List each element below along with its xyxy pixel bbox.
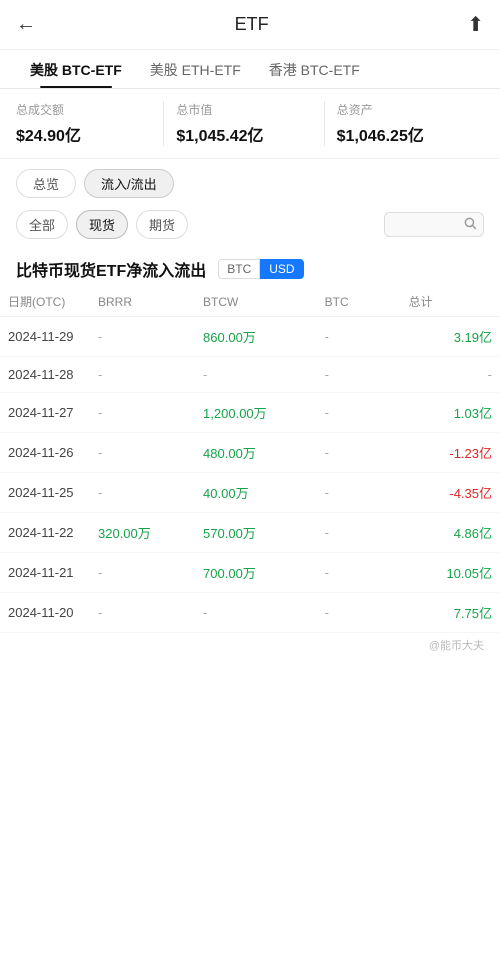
cell-btc: - xyxy=(317,357,401,393)
cell-btcw: - xyxy=(195,357,317,393)
table-row: 2024-11-25-40.00万--4.35亿 xyxy=(0,473,500,513)
table-row: 2024-11-28---- xyxy=(0,357,500,393)
stat-label: 总市值 xyxy=(176,101,315,118)
cell-date: 2024-11-26 xyxy=(0,433,90,473)
filter-row-2: 全部现货期货 xyxy=(0,204,500,247)
cell-btcw: 480.00万 xyxy=(195,433,317,473)
cell-btc: - xyxy=(317,433,401,473)
filter2-btn-期货[interactable]: 期货 xyxy=(136,210,188,239)
search-input[interactable] xyxy=(393,217,463,232)
cell-date: 2024-11-22 xyxy=(0,513,90,553)
cell-btc: - xyxy=(317,473,401,513)
stat-label: 总资产 xyxy=(337,101,476,118)
th-btc: BTC xyxy=(317,287,401,317)
cell-ibit: - xyxy=(90,473,195,513)
stat-label: 总成交额 xyxy=(16,101,155,118)
stats-row: 总成交额 $24.90亿总市值 $1,045.42亿总资产 $1,046.25亿 xyxy=(0,89,500,159)
data-table: 日期(OTC)BRRRBTCWBTC总计 2024-11-29-860.00万-… xyxy=(0,287,500,633)
stat-value: $1,045.42亿 xyxy=(176,122,315,146)
stat-item-0: 总成交额 $24.90亿 xyxy=(16,101,163,146)
watermark: @能币大夫 xyxy=(0,633,500,661)
table-row: 2024-11-22320.00万570.00万-4.86亿 xyxy=(0,513,500,553)
cell-btcw: 40.00万 xyxy=(195,473,317,513)
cell-ibit: - xyxy=(90,393,195,433)
cell-ibit: - xyxy=(90,433,195,473)
cell-btc: - xyxy=(317,593,401,633)
th-date: 日期(OTC) xyxy=(0,287,90,317)
cell-ibit: - xyxy=(90,357,195,393)
cell-btc: - xyxy=(317,317,401,357)
tab-hk-btc-etf[interactable]: 香港 BTC-ETF xyxy=(255,50,374,88)
cell-btcw: 1,200.00万 xyxy=(195,393,317,433)
section-title: 比特币现货ETF净流入流出 BTCUSD xyxy=(0,247,500,287)
filter2-btn-全部[interactable]: 全部 xyxy=(16,210,68,239)
cell-ibit: 320.00万 xyxy=(90,513,195,553)
cell-ibit: - xyxy=(90,593,195,633)
top-nav: ← ETF ⬆ xyxy=(0,0,500,50)
cell-btc: - xyxy=(317,393,401,433)
cell-btc: - xyxy=(317,513,401,553)
currency-toggle: BTCUSD xyxy=(218,259,303,279)
table-header: 日期(OTC)BRRRBTCWBTC总计 xyxy=(0,287,500,317)
cell-btc: - xyxy=(317,553,401,593)
th-btcw: BTCW xyxy=(195,287,317,317)
stat-value: $24.90亿 xyxy=(16,122,155,146)
cell-btcw: 860.00万 xyxy=(195,317,317,357)
table-row: 2024-11-27-1,200.00万-1.03亿 xyxy=(0,393,500,433)
cell-ibit: - xyxy=(90,553,195,593)
cell-total: 1.03亿 xyxy=(401,393,500,433)
cell-total: - xyxy=(401,357,500,393)
section-title-text: 比特币现货ETF净流入流出 xyxy=(16,257,206,281)
page-title: ETF xyxy=(235,14,269,35)
th-brrr: BRRR xyxy=(90,287,195,317)
currency-btn-BTC[interactable]: BTC xyxy=(218,259,260,279)
table-row: 2024-11-21-700.00万-10.05亿 xyxy=(0,553,500,593)
th-total: 总计 xyxy=(401,287,500,317)
cell-total: -1.23亿 xyxy=(401,433,500,473)
cell-total: 4.86亿 xyxy=(401,513,500,553)
search-icon xyxy=(463,216,477,233)
back-icon[interactable]: ← xyxy=(16,13,36,36)
filter-row-1: 总览流入/流出 xyxy=(0,159,500,204)
cell-date: 2024-11-29 xyxy=(0,317,90,357)
cell-total: -4.35亿 xyxy=(401,473,500,513)
currency-btn-USD[interactable]: USD xyxy=(260,259,303,279)
cell-date: 2024-11-25 xyxy=(0,473,90,513)
cell-total: 7.75亿 xyxy=(401,593,500,633)
table-row: 2024-11-26-480.00万--1.23亿 xyxy=(0,433,500,473)
stat-item-2: 总资产 $1,046.25亿 xyxy=(324,101,484,146)
cell-date: 2024-11-20 xyxy=(0,593,90,633)
table-row: 2024-11-20---7.75亿 xyxy=(0,593,500,633)
cell-date: 2024-11-28 xyxy=(0,357,90,393)
share-icon[interactable]: ⬆ xyxy=(467,12,484,37)
cell-ibit: - xyxy=(90,317,195,357)
cell-btcw: 570.00万 xyxy=(195,513,317,553)
cell-btcw: 700.00万 xyxy=(195,553,317,593)
cell-total: 10.05亿 xyxy=(401,553,500,593)
table-row: 2024-11-29-860.00万-3.19亿 xyxy=(0,317,500,357)
cell-total: 3.19亿 xyxy=(401,317,500,357)
tab-bar: 美股 BTC-ETF美股 ETH-ETF香港 BTC-ETF xyxy=(0,50,500,89)
filter2-btn-现货[interactable]: 现货 xyxy=(76,210,128,239)
search-box[interactable] xyxy=(384,212,484,237)
filter-btn-流入/流出[interactable]: 流入/流出 xyxy=(84,169,174,198)
table-body: 2024-11-29-860.00万-3.19亿2024-11-28----20… xyxy=(0,317,500,633)
tab-btc-etf[interactable]: 美股 BTC-ETF xyxy=(16,50,136,88)
cell-btcw: - xyxy=(195,593,317,633)
tab-eth-etf[interactable]: 美股 ETH-ETF xyxy=(136,50,255,88)
filter-btn-总览[interactable]: 总览 xyxy=(16,169,76,198)
cell-date: 2024-11-21 xyxy=(0,553,90,593)
cell-date: 2024-11-27 xyxy=(0,393,90,433)
stat-item-1: 总市值 $1,045.42亿 xyxy=(163,101,323,146)
stat-value: $1,046.25亿 xyxy=(337,122,476,146)
